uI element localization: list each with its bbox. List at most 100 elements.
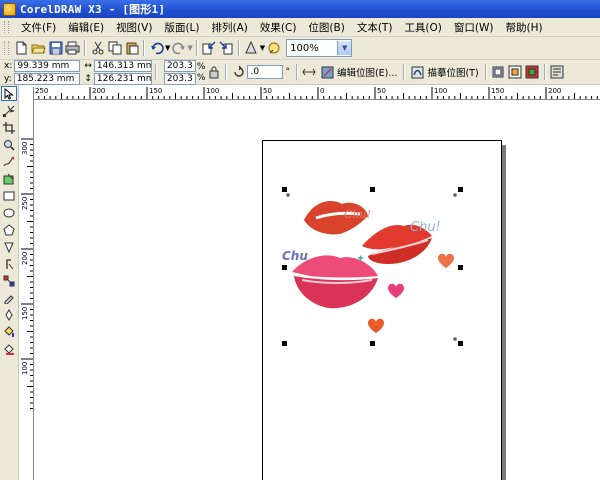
ruler-v-label: 250 [21, 197, 29, 210]
propbar-separator [225, 64, 228, 80]
handle-middle-right[interactable] [458, 265, 463, 270]
handle-bottom-right[interactable] [458, 341, 463, 346]
smart-fill-tool-icon[interactable] [1, 171, 17, 186]
toolbox [0, 85, 19, 480]
redo-dropdown-icon[interactable]: ▼ [187, 44, 192, 52]
handle-top-left[interactable] [282, 187, 287, 192]
x-label: x: [4, 60, 13, 71]
fill-tool-icon[interactable] [1, 324, 17, 339]
toolbar-separator [143, 40, 145, 56]
menu-edit[interactable]: 编辑(E) [62, 20, 110, 35]
degree-unit: ° [285, 67, 290, 77]
resample-icon[interactable] [508, 65, 523, 80]
handle-inner-marker [453, 193, 457, 197]
propbar-separator [154, 64, 157, 80]
handle-inner-marker [286, 193, 290, 197]
y-position-field[interactable]: 185.223 mm [13, 72, 80, 85]
cut-icon[interactable] [90, 41, 105, 56]
application-launcher-icon[interactable] [244, 41, 259, 56]
paste-icon[interactable] [124, 41, 139, 56]
text-tool-icon[interactable] [1, 256, 17, 271]
handle-top-right[interactable] [458, 187, 463, 192]
undo-icon[interactable] [149, 41, 164, 56]
freehand-tool-icon[interactable] [1, 154, 17, 169]
welcome-screen-icon[interactable] [266, 41, 281, 56]
lock-ratio-icon[interactable] [206, 65, 221, 80]
export-icon[interactable] [219, 41, 234, 56]
standard-toolbar: ▼ ▼ ▼ 100% ▼ [0, 37, 600, 60]
launcher-dropdown-icon[interactable]: ▼ [260, 44, 265, 52]
ellipse-tool-icon[interactable] [1, 205, 17, 220]
menu-arrange[interactable]: 排列(A) [206, 20, 254, 35]
ruler-h-label: 150 [149, 87, 162, 95]
pick-tool-icon[interactable] [1, 86, 17, 101]
handle-middle-left[interactable] [282, 265, 287, 270]
menu-text[interactable]: 文本(T) [351, 20, 399, 35]
wrap-text-icon[interactable] [550, 65, 565, 80]
edit-bitmap-button[interactable]: 编辑位图(E)... [318, 65, 400, 79]
interactive-blend-tool-icon[interactable] [1, 273, 17, 288]
open-folder-icon[interactable] [31, 41, 46, 56]
rectangle-tool-icon[interactable] [1, 188, 17, 203]
undo-dropdown-icon[interactable]: ▼ [165, 44, 170, 52]
width-field[interactable]: 146.313 mm [93, 59, 152, 72]
x-position-field[interactable]: 99.339 mm [14, 59, 81, 72]
polygon-tool-icon[interactable] [1, 222, 17, 237]
propbar-separator [403, 64, 406, 80]
rotation-angle-field[interactable]: .0 [247, 65, 284, 79]
property-bar: x: 99.339 mm y: 185.223 mm ↔ 146.313 mm … [0, 59, 600, 85]
crop-tool-icon[interactable] [1, 120, 17, 135]
print-icon[interactable] [65, 41, 80, 56]
scale-width-field[interactable]: 203.3 [163, 59, 196, 72]
edit-bitmap-label: 编辑位图(E)... [336, 68, 398, 79]
ruler-origin[interactable] [19, 85, 34, 100]
outline-pen-tool-icon[interactable] [1, 307, 17, 322]
new-document-icon[interactable] [14, 41, 29, 56]
drawing-canvas[interactable]: Chu! Chu! Chu [34, 100, 600, 480]
title-bar: CorelDRAW X3 - [图形1] [0, 0, 600, 18]
save-icon[interactable] [48, 41, 63, 56]
handle-top-middle[interactable] [370, 187, 375, 192]
ruler-h-label: 0 [320, 87, 324, 95]
copy-icon[interactable] [107, 41, 122, 56]
selection-handles [282, 187, 463, 346]
propbar-separator [484, 64, 487, 80]
mirror-icon[interactable] [302, 65, 317, 80]
menu-window[interactable]: 窗口(W) [448, 20, 500, 35]
menu-view[interactable]: 视图(V) [110, 20, 158, 35]
zoom-level-value: 100% [290, 42, 319, 54]
menu-bar: 文件(F) 编辑(E) 视图(V) 版面(L) 排列(A) 效果(C) 位图(B… [0, 18, 600, 37]
shape-tool-icon[interactable] [1, 103, 17, 118]
ruler-h-label: 50 [263, 87, 272, 95]
menu-grip [4, 21, 9, 33]
menu-tools[interactable]: 工具(O) [398, 20, 447, 35]
menu-effects[interactable]: 效果(C) [254, 20, 303, 35]
horizontal-ruler[interactable]: 25020015010050050100150200250 [33, 85, 600, 100]
trace-bitmap-button[interactable]: 描摹位图(T) [408, 65, 481, 79]
interactive-fill-tool-icon[interactable] [1, 341, 17, 356]
coreldraw-app-icon [3, 2, 16, 16]
vertical-ruler-ticks: 300 250 200 150 100 [21, 138, 33, 409]
eyedropper-tool-icon[interactable] [1, 290, 17, 305]
height-field[interactable]: 126.231 mm [93, 72, 152, 85]
menu-bitmaps[interactable]: 位图(B) [302, 20, 350, 35]
menu-file[interactable]: 文件(F) [15, 20, 62, 35]
propbar-separator [295, 64, 298, 80]
zoom-tool-icon[interactable] [1, 137, 17, 152]
bitmap-color-mask-icon[interactable] [525, 65, 540, 80]
ruler-h-label: 100 [434, 87, 447, 95]
rotate-icon [231, 65, 246, 80]
handle-bottom-left[interactable] [282, 341, 287, 346]
basic-shapes-tool-icon[interactable] [1, 239, 17, 254]
handle-bottom-middle[interactable] [370, 341, 375, 346]
import-icon[interactable] [202, 41, 217, 56]
scale-width-percent: % [196, 61, 206, 72]
scale-height-field[interactable]: 203.3 [163, 72, 196, 85]
redo-icon[interactable] [171, 41, 186, 56]
zoom-level-select[interactable]: 100% ▼ [286, 39, 353, 57]
crop-bitmap-icon[interactable] [491, 65, 506, 80]
vertical-ruler[interactable]: 300 250 200 150 100 [19, 99, 34, 480]
zoom-dropdown-icon[interactable]: ▼ [337, 41, 352, 55]
menu-help[interactable]: 帮助(H) [499, 20, 548, 35]
menu-layout[interactable]: 版面(L) [158, 20, 205, 35]
